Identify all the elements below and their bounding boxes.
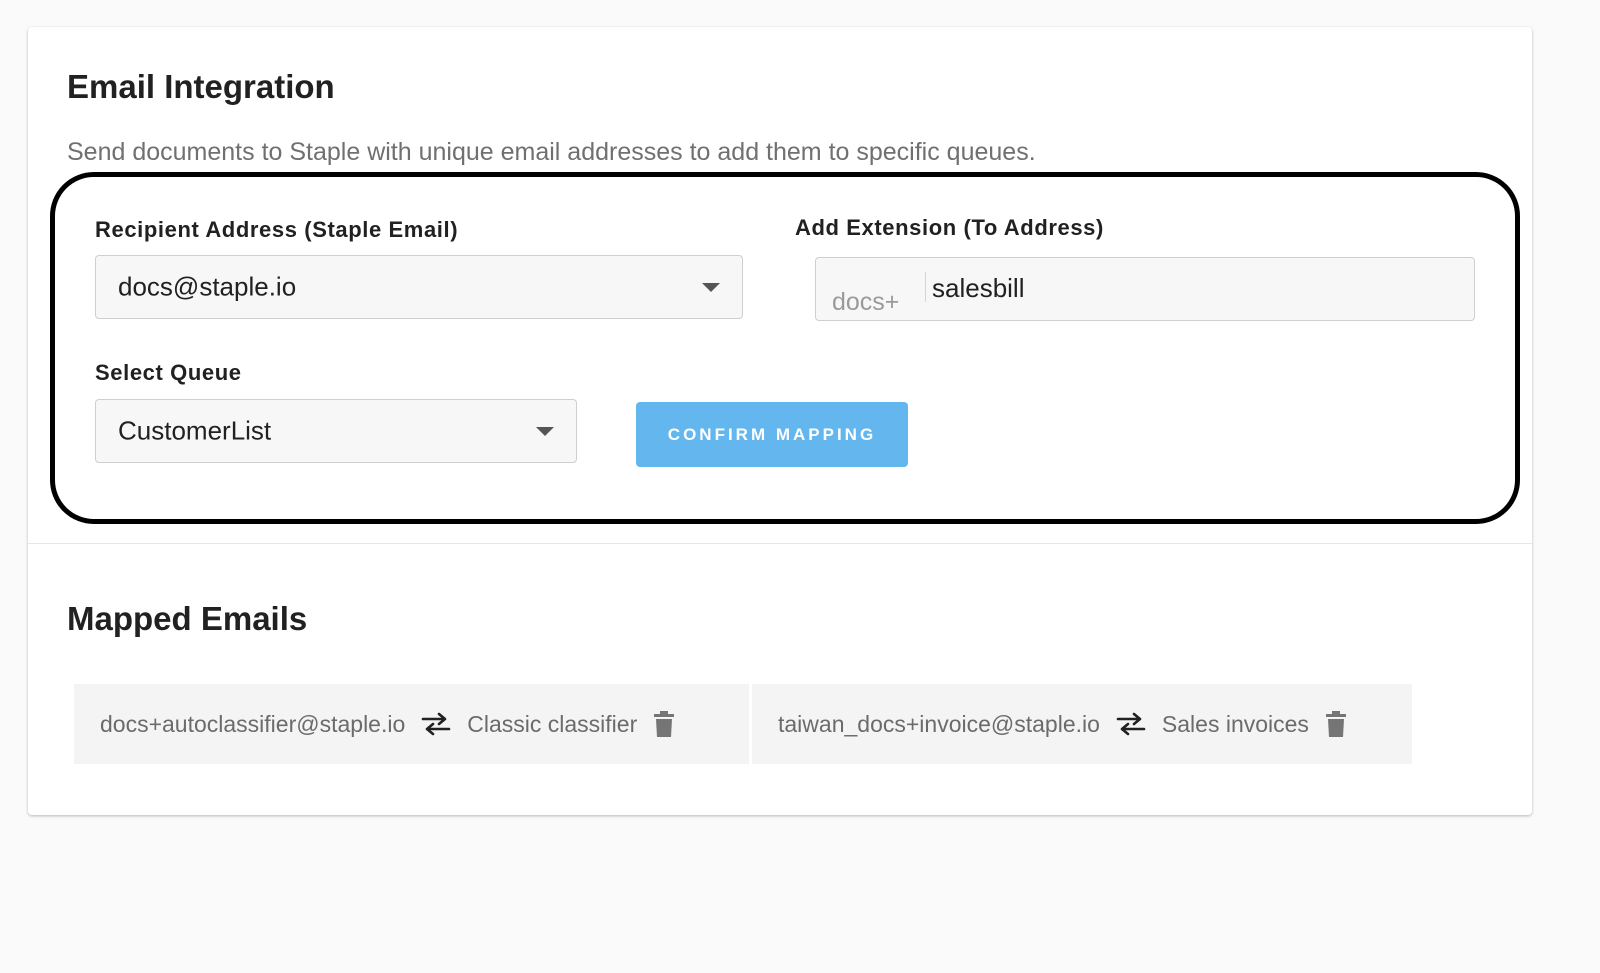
extension-separator xyxy=(925,272,926,302)
mapped-emails-title: Mapped Emails xyxy=(67,600,308,637)
recipient-address-select[interactable]: docs@staple.io xyxy=(95,255,743,319)
mapped-email-address: docs+autoclassifier@staple.io xyxy=(100,710,406,737)
queue-select[interactable]: CustomerList xyxy=(95,399,577,463)
select-queue-label: Select Queue xyxy=(95,360,242,385)
mapped-email-address: taiwan_docs+invoice@staple.io xyxy=(778,710,1100,737)
recipient-address-value: docs@staple.io xyxy=(118,271,297,302)
page-title: Email Integration xyxy=(67,68,335,105)
confirm-mapping-button[interactable]: CONFIRM MAPPING xyxy=(636,402,908,467)
extension-field[interactable]: docs+ xyxy=(815,257,1475,321)
chevron-down-icon xyxy=(536,427,554,436)
trash-icon[interactable] xyxy=(1325,711,1347,737)
queue-select-value: CustomerList xyxy=(118,415,272,446)
mapped-queue-name: Classic classifier xyxy=(467,710,638,737)
swap-arrows-icon xyxy=(1116,712,1146,736)
mapping-form-highlight: Recipient Address (Staple Email) docs@st… xyxy=(50,172,1520,524)
mapped-email-item: taiwan_docs+invoice@staple.io Sales invo… xyxy=(752,684,1412,764)
extension-prefix: docs+ xyxy=(832,288,900,316)
recipient-address-label: Recipient Address (Staple Email) xyxy=(95,217,459,242)
mapped-queue-name: Sales invoices xyxy=(1161,710,1309,737)
page-description: Send documents to Staple with unique ema… xyxy=(67,138,1036,166)
trash-icon[interactable] xyxy=(653,711,675,737)
extension-input[interactable] xyxy=(932,268,1452,308)
chevron-down-icon xyxy=(702,283,720,292)
swap-arrows-icon xyxy=(421,712,451,736)
section-divider xyxy=(28,543,1532,544)
email-integration-card: Email Integration Send documents to Stap… xyxy=(28,27,1532,815)
add-extension-label: Add Extension (To Address) xyxy=(795,215,1104,240)
mapped-email-item: docs+autoclassifier@staple.io Classic cl… xyxy=(74,684,749,764)
